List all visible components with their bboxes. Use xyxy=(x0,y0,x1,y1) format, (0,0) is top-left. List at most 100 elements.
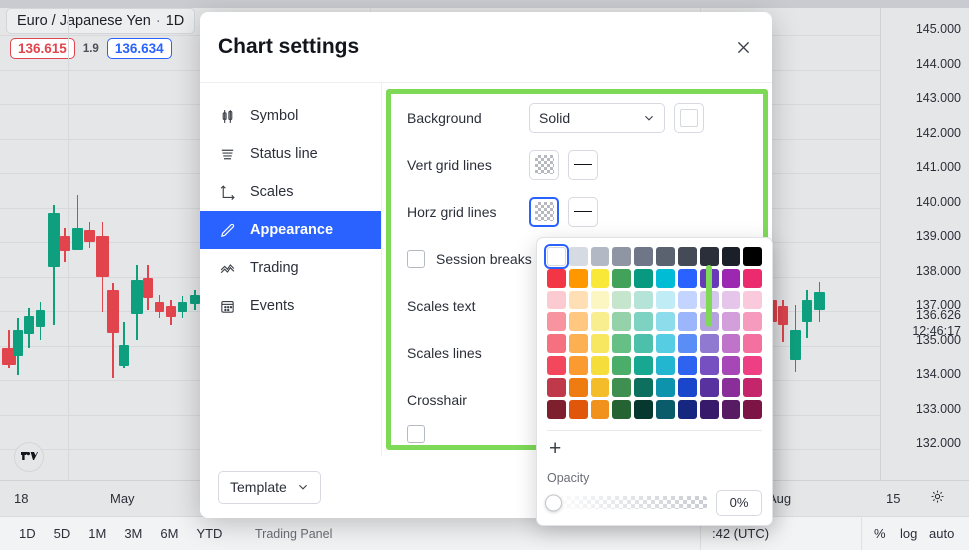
color-picker-popover[interactable]: + Opacity 0% xyxy=(536,237,773,526)
grid-line-style-button[interactable] xyxy=(568,149,598,180)
sidebar-item-appearance[interactable]: Appearance xyxy=(200,211,381,249)
color-swatch[interactable] xyxy=(547,312,566,332)
color-swatch[interactable] xyxy=(590,268,610,288)
color-swatch[interactable] xyxy=(699,247,719,266)
color-swatch[interactable] xyxy=(612,290,632,310)
checkbox-session-breaks[interactable] xyxy=(407,249,425,268)
color-swatch[interactable] xyxy=(634,247,654,266)
bottom-toolbar[interactable]: 1D 5D 1M 3M 6M YTD Trading Panel :42 (UTC) % … xyxy=(0,516,969,550)
color-swatch[interactable] xyxy=(656,334,675,354)
color-swatch[interactable] xyxy=(743,399,763,419)
color-swatch[interactable] xyxy=(677,268,697,288)
color-swatch[interactable] xyxy=(677,377,697,397)
color-swatch[interactable] xyxy=(656,247,675,266)
color-swatch[interactable] xyxy=(743,377,763,397)
opacity-value-field[interactable]: 0% xyxy=(716,489,762,516)
color-swatch[interactable] xyxy=(721,377,741,397)
range-button-5d[interactable]: 5D xyxy=(47,523,78,544)
trading-panel-label[interactable]: Trading Panel xyxy=(255,527,332,541)
color-swatch-grid[interactable] xyxy=(544,244,763,419)
color-swatch[interactable] xyxy=(612,356,632,375)
color-swatch[interactable] xyxy=(677,399,697,419)
color-swatch[interactable] xyxy=(721,334,741,354)
opacity-slider-handle[interactable] xyxy=(545,494,562,511)
sidebar-item-trading[interactable]: Trading xyxy=(200,249,381,287)
sidebar-item-events[interactable]: Events xyxy=(200,287,381,325)
color-swatch[interactable] xyxy=(634,334,654,354)
grid-color-swatch[interactable] xyxy=(529,149,559,180)
color-swatch[interactable] xyxy=(568,290,588,310)
time-range-buttons[interactable]: 1D 5D 1M 3M 6M YTD xyxy=(0,523,229,544)
color-swatch[interactable] xyxy=(590,247,610,266)
color-swatch[interactable] xyxy=(590,312,610,332)
symbol-bar[interactable]: Euro / Japanese Yen · 1D xyxy=(6,8,196,34)
add-custom-color-button[interactable]: + xyxy=(547,436,563,461)
color-swatch[interactable] xyxy=(590,356,610,375)
color-swatch[interactable] xyxy=(547,356,566,375)
color-swatch[interactable] xyxy=(547,268,566,288)
log-scale-button[interactable]: log xyxy=(900,526,917,541)
color-swatch[interactable] xyxy=(743,356,763,375)
opacity-control[interactable]: 0% xyxy=(545,489,762,516)
color-swatch[interactable] xyxy=(568,377,588,397)
color-swatch[interactable] xyxy=(656,268,675,288)
color-swatch[interactable] xyxy=(677,334,697,354)
color-swatch[interactable] xyxy=(743,334,763,354)
gear-icon[interactable] xyxy=(930,489,945,509)
color-swatch[interactable] xyxy=(547,290,566,310)
color-swatch[interactable] xyxy=(634,312,654,332)
sidebar-item-status-line[interactable]: Status line xyxy=(200,135,381,173)
bid-price[interactable]: 136.615 xyxy=(10,38,75,59)
color-swatch[interactable] xyxy=(634,399,654,419)
range-button-ytd[interactable]: YTD xyxy=(189,523,229,544)
tradingview-logo[interactable] xyxy=(14,442,44,472)
color-swatch[interactable] xyxy=(590,290,610,310)
color-swatch[interactable] xyxy=(699,290,719,310)
color-swatch[interactable] xyxy=(634,290,654,310)
color-swatch[interactable] xyxy=(590,334,610,354)
color-swatch[interactable] xyxy=(677,356,697,375)
range-button-3m[interactable]: 3M xyxy=(117,523,149,544)
color-swatch[interactable] xyxy=(544,244,569,269)
color-swatch[interactable] xyxy=(743,312,763,332)
color-swatch[interactable] xyxy=(612,312,632,332)
clock-utc[interactable]: :42 (UTC) xyxy=(712,526,769,541)
ask-price[interactable]: 136.634 xyxy=(106,38,172,59)
template-button[interactable]: Template xyxy=(218,470,321,504)
color-swatch[interactable] xyxy=(656,399,675,419)
color-swatch[interactable] xyxy=(547,334,566,354)
color-swatch[interactable] xyxy=(743,268,763,288)
color-swatch[interactable] xyxy=(656,356,675,375)
color-swatch[interactable] xyxy=(721,247,741,266)
color-swatch[interactable] xyxy=(699,399,719,419)
color-swatch[interactable] xyxy=(612,247,632,266)
color-swatch[interactable] xyxy=(568,334,588,354)
color-swatch[interactable] xyxy=(721,399,741,419)
color-swatch[interactable] xyxy=(699,377,719,397)
color-swatch[interactable] xyxy=(634,356,654,375)
color-swatch[interactable] xyxy=(721,356,741,375)
color-swatch[interactable] xyxy=(656,377,675,397)
range-button-1d[interactable]: 1D xyxy=(12,523,43,544)
color-swatch[interactable] xyxy=(612,377,632,397)
color-swatch[interactable] xyxy=(699,312,719,332)
color-swatch[interactable] xyxy=(568,312,588,332)
close-icon[interactable] xyxy=(730,34,756,60)
color-swatch[interactable] xyxy=(677,290,697,310)
background-type-select[interactable]: Solid xyxy=(529,102,665,133)
color-swatch[interactable] xyxy=(547,377,566,397)
price-axis[interactable]: 145.000 144.000 143.000 142.000 141.000 140.0… xyxy=(880,8,969,480)
top-toolbar[interactable] xyxy=(0,0,969,8)
color-swatch[interactable] xyxy=(612,268,632,288)
color-swatch[interactable] xyxy=(699,334,719,354)
color-swatch[interactable] xyxy=(568,399,588,419)
color-swatch[interactable] xyxy=(568,356,588,375)
color-swatch[interactable] xyxy=(677,312,697,332)
checkbox-partial[interactable] xyxy=(407,425,425,443)
auto-scale-button[interactable]: auto xyxy=(929,526,954,541)
sidebar-item-scales[interactable]: Scales xyxy=(200,173,381,211)
color-swatch[interactable] xyxy=(590,377,610,397)
color-swatch[interactable] xyxy=(743,290,763,310)
color-swatch[interactable] xyxy=(568,247,588,266)
opacity-slider[interactable] xyxy=(545,494,707,511)
